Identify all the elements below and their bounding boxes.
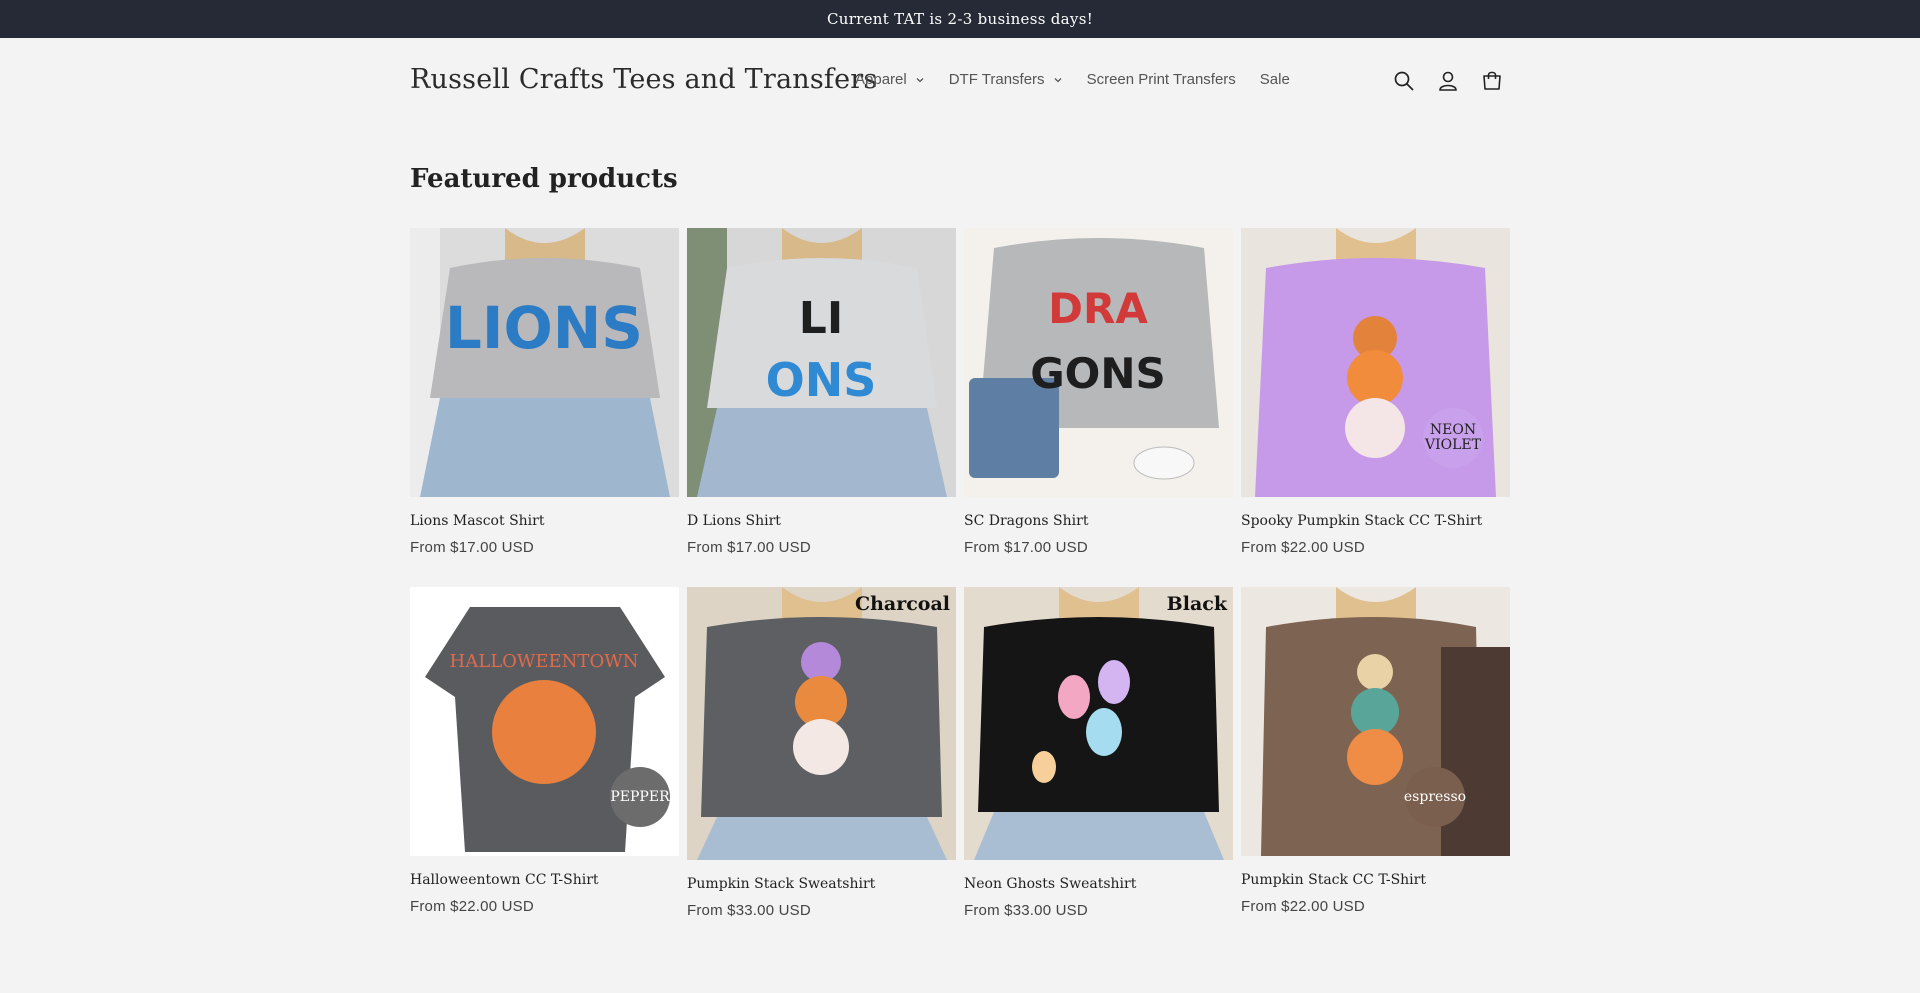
svg-text:LI: LI bbox=[799, 293, 843, 344]
account-icon bbox=[1439, 71, 1457, 91]
color-badge: espresso bbox=[1403, 767, 1467, 827]
pumpkin-stack-tshirt-photo bbox=[1241, 587, 1510, 856]
product-image[interactable]: LIONS bbox=[410, 228, 679, 497]
section-title: Featured products bbox=[410, 164, 678, 194]
product-price: From $17.00 USD bbox=[410, 539, 534, 556]
pumpkin-stack-sweatshirt-photo bbox=[687, 587, 956, 860]
product-title[interactable]: Pumpkin Stack Sweatshirt bbox=[687, 876, 956, 892]
store-logo[interactable]: Russell Crafts Tees and Transfers bbox=[410, 64, 877, 95]
announcement-bar: Current TAT is 2-3 business days! bbox=[0, 0, 1920, 38]
product-card[interactable]: espresso Pumpkin Stack CC T-Shirt From $… bbox=[1241, 587, 1510, 915]
announcement-text: Current TAT is 2-3 business days! bbox=[826, 10, 1094, 28]
product-card[interactable]: NEON VIOLET Spooky Pumpkin Stack CC T-Sh… bbox=[1241, 228, 1510, 556]
chevron-down-icon bbox=[1054, 77, 1062, 82]
main-nav: Apparel DTF Transfers Screen Print Trans… bbox=[855, 71, 1314, 88]
product-price: From $22.00 USD bbox=[1241, 898, 1365, 915]
product-image[interactable]: Charcoal bbox=[687, 587, 956, 860]
color-badge-label: NEON VIOLET bbox=[1425, 422, 1481, 453]
svg-text:LIONS: LIONS bbox=[445, 294, 643, 362]
chevron-down-icon bbox=[916, 77, 924, 82]
lions-mascot-shirt-photo: LIONS bbox=[410, 228, 679, 497]
svg-text:ONS: ONS bbox=[766, 353, 877, 407]
product-title[interactable]: Lions Mascot Shirt bbox=[410, 513, 679, 529]
cart-icon bbox=[1483, 71, 1501, 90]
product-card[interactable]: LI ONS D Lions Shirt From $17.00 USD bbox=[687, 228, 956, 556]
product-image[interactable]: NEON VIOLET bbox=[1241, 228, 1510, 497]
color-label: Black bbox=[1166, 593, 1227, 615]
product-image[interactable]: LI ONS bbox=[687, 228, 956, 497]
svg-text:HALLOWEENTOWN: HALLOWEENTOWN bbox=[450, 651, 639, 672]
product-title[interactable]: D Lions Shirt bbox=[687, 513, 956, 529]
nav-item-label: Apparel bbox=[855, 71, 907, 88]
neon-ghosts-sweatshirt-photo bbox=[964, 587, 1233, 860]
search-icon bbox=[1394, 71, 1414, 91]
product-price: From $22.00 USD bbox=[410, 898, 534, 915]
nav-item-label: DTF Transfers bbox=[948, 71, 1045, 88]
nav-item-dtf-transfers[interactable]: DTF Transfers bbox=[949, 71, 1063, 88]
product-title[interactable]: Spooky Pumpkin Stack CC T-Shirt bbox=[1241, 513, 1510, 529]
product-image[interactable]: espresso bbox=[1241, 587, 1510, 856]
sc-dragons-shirt-photo: DRA GONS bbox=[964, 228, 1233, 497]
header-icons bbox=[1390, 67, 1522, 95]
product-price: From $17.00 USD bbox=[687, 539, 811, 556]
site-header: Russell Crafts Tees and Transfers Appare… bbox=[0, 38, 1920, 124]
product-card[interactable]: HALLOWEENTOWN PEPPER Halloweentown CC T-… bbox=[410, 587, 679, 915]
product-image[interactable]: Black bbox=[964, 587, 1233, 860]
svg-text:DRA: DRA bbox=[1048, 284, 1148, 333]
nav-item-screen-print-transfers[interactable]: Screen Print Transfers bbox=[1087, 71, 1236, 88]
product-price: From $33.00 USD bbox=[687, 902, 811, 919]
product-title[interactable]: Halloweentown CC T-Shirt bbox=[410, 872, 679, 888]
nav-item-label: Screen Print Transfers bbox=[1086, 71, 1236, 88]
nav-item-label: Sale bbox=[1259, 71, 1290, 88]
account-button[interactable] bbox=[1434, 67, 1462, 95]
product-image[interactable]: DRA GONS bbox=[964, 228, 1233, 497]
color-badge: PEPPER bbox=[610, 767, 670, 827]
nav-item-apparel[interactable]: Apparel bbox=[855, 71, 925, 88]
product-title[interactable]: SC Dragons Shirt bbox=[964, 513, 1233, 529]
color-badge-label: PEPPER bbox=[610, 788, 670, 805]
product-price: From $22.00 USD bbox=[1241, 539, 1365, 556]
product-price: From $17.00 USD bbox=[964, 539, 1088, 556]
d-lions-shirt-photo: LI ONS bbox=[687, 228, 956, 497]
product-image[interactable]: HALLOWEENTOWN PEPPER bbox=[410, 587, 679, 856]
color-label: Charcoal bbox=[854, 593, 950, 615]
search-button[interactable] bbox=[1390, 67, 1418, 95]
product-card[interactable]: DRA GONS SC Dragons Shirt From $17.00 US… bbox=[964, 228, 1233, 556]
product-card[interactable]: Black Neon Ghosts Sweatshirt From $33.00… bbox=[964, 587, 1233, 919]
cart-button[interactable] bbox=[1478, 67, 1506, 95]
product-title[interactable]: Neon Ghosts Sweatshirt bbox=[964, 876, 1233, 892]
product-card[interactable]: LIONS Lions Mascot Shirt From $17.00 USD bbox=[410, 228, 679, 556]
color-badge: NEON VIOLET bbox=[1423, 408, 1483, 468]
nav-item-sale[interactable]: Sale bbox=[1260, 71, 1290, 88]
product-card[interactable]: Charcoal Pumpkin Stack Sweatshirt From $… bbox=[687, 587, 956, 919]
product-title[interactable]: Pumpkin Stack CC T-Shirt bbox=[1241, 872, 1510, 888]
product-price: From $33.00 USD bbox=[964, 902, 1088, 919]
svg-text:GONS: GONS bbox=[1030, 349, 1166, 398]
color-badge-label: espresso bbox=[1403, 788, 1467, 805]
